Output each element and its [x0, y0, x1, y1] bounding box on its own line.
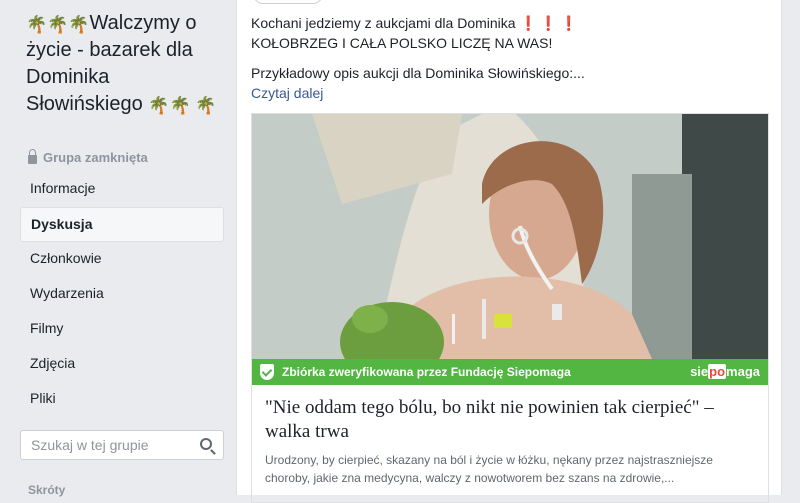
- group-title[interactable]: 🌴🌴🌴Walczymy o życie - bazarek dla Domini…: [26, 10, 226, 118]
- verified-fundraiser-bar: Zbiórka zweryfikowana przez Fundację Sie…: [252, 359, 768, 385]
- palm-tree-icon: 🌴🌴 🌴: [148, 96, 217, 115]
- exclamation-icons: ❗❗❗: [519, 15, 581, 31]
- nav-item-informacje[interactable]: Informacje: [20, 172, 224, 207]
- link-description: Urodzony, by cierpieć, skazany na ból i …: [265, 453, 713, 485]
- group-privacy: Grupa zamknięta: [28, 149, 148, 165]
- nav-item-filmy[interactable]: Filmy: [20, 312, 224, 347]
- post-line-3: Przykładowy opis aukcji dla Dominika Sło…: [251, 65, 585, 81]
- link-preview-image[interactable]: [252, 114, 768, 359]
- verified-text: Zbiórka zweryfikowana przez Fundację Sie…: [282, 365, 571, 379]
- link-headline[interactable]: "Nie oddam tego bólu, bo nikt nie powini…: [265, 396, 761, 444]
- link-preview-card[interactable]: Zbiórka zweryfikowana przez Fundację Sie…: [251, 113, 769, 503]
- search-icon[interactable]: [200, 438, 212, 450]
- photo-illustration: [252, 114, 768, 359]
- post-line-1: Kochani jedziemy z aukcjami dla Dominika: [251, 15, 516, 31]
- shield-check-icon: [260, 364, 274, 380]
- search-placeholder: Szukaj w tej grupie: [31, 437, 149, 453]
- group-search-input[interactable]: Szukaj w tej grupie: [20, 430, 224, 460]
- read-more-link[interactable]: Czytaj dalej: [251, 83, 323, 103]
- post-header-remnant: [253, 0, 323, 4]
- group-sidebar: 🌴🌴🌴Walczymy o życie - bazarek dla Domini…: [0, 0, 232, 497]
- nav-item-czlonkowie[interactable]: Członkowie: [20, 242, 224, 277]
- feed-post: Kochani jedziemy z aukcjami dla Dominika…: [236, 0, 782, 503]
- post-text: Kochani jedziemy z aukcjami dla Dominika…: [251, 13, 581, 53]
- siepomaga-logo: siepomaga: [690, 364, 760, 379]
- right-column-edge: [783, 0, 800, 495]
- group-nav: Informacje Dyskusja Członkowie Wydarzeni…: [20, 172, 224, 417]
- group-privacy-label: Grupa zamknięta: [43, 150, 148, 165]
- lock-icon: [28, 149, 37, 164]
- nav-item-zdjecia[interactable]: Zdjęcia: [20, 347, 224, 382]
- palm-tree-icon: 🌴🌴🌴: [26, 15, 90, 34]
- nav-item-wydarzenia[interactable]: Wydarzenia: [20, 277, 224, 312]
- nav-item-dyskusja[interactable]: Dyskusja: [20, 207, 224, 242]
- nav-item-pliki[interactable]: Pliki: [20, 382, 224, 417]
- post-line-2: KOŁOBRZEG I CAŁA POLSKO LICZĘ NA WAS!: [251, 35, 553, 51]
